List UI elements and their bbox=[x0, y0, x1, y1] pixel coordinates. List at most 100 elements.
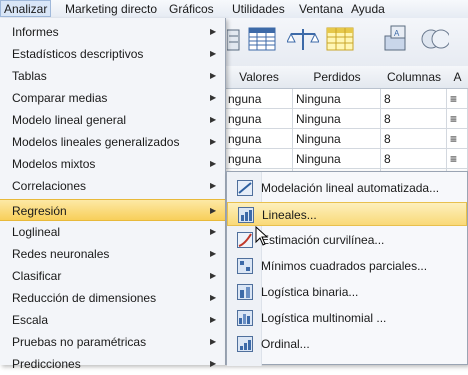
table-cell[interactable]: 8 bbox=[381, 129, 447, 149]
table-cell[interactable]: 8 bbox=[381, 109, 447, 129]
menubar-ventana[interactable]: Ventana bbox=[296, 1, 346, 17]
menubar-ayuda[interactable]: Ayuda bbox=[348, 1, 388, 17]
submenu-arrow-icon: ▶ bbox=[210, 293, 217, 302]
curve-estimation-icon bbox=[237, 232, 253, 248]
menu-item-tablas[interactable]: Tablas ▶ bbox=[0, 65, 225, 87]
submenu-item-label: Modelación lineal automatizada... bbox=[261, 181, 440, 195]
table-cell[interactable]: 8 bbox=[381, 149, 447, 169]
submenu-item-minimos-cuadrados-parciales[interactable]: Mínimos cuadrados parciales... bbox=[227, 254, 467, 278]
use-sets-icon[interactable] bbox=[417, 24, 451, 54]
menu-item-correlaciones[interactable]: Correlaciones ▶ bbox=[0, 175, 225, 197]
svg-text:A: A bbox=[394, 29, 400, 38]
menu-item-label: Clasificar bbox=[12, 269, 62, 283]
menu-item-label: Modelos mixtos bbox=[12, 157, 96, 171]
table-cell[interactable]: Ninguna bbox=[293, 109, 381, 129]
submenu-arrow-icon: ▶ bbox=[210, 49, 217, 58]
align-icon[interactable]: ≡ bbox=[447, 129, 468, 149]
menu-item-modelos-lineales-generalizados[interactable]: Modelos lineales generalizados ▶ bbox=[0, 131, 225, 153]
menu-bar: Analizar Marketing directo Gráficos Util… bbox=[0, 0, 468, 19]
mouse-cursor-icon bbox=[255, 225, 269, 246]
menu-item-modelo-lineal-general[interactable]: Modelo lineal general ▶ bbox=[0, 109, 225, 131]
menu-item-regresion[interactable]: Regresión ▶ bbox=[0, 199, 225, 221]
submenu-arrow-icon: ▶ bbox=[210, 337, 217, 346]
submenu-item-lineales[interactable]: Lineales... bbox=[227, 202, 467, 226]
menu-item-label: Regresión bbox=[12, 204, 67, 218]
table-cell[interactable]: Ninguna bbox=[293, 129, 381, 149]
menu-item-label: Tablas bbox=[12, 69, 47, 83]
column-header-valores[interactable]: Valores bbox=[225, 66, 294, 89]
column-header-columnas[interactable]: Columnas bbox=[381, 66, 448, 89]
align-icon[interactable]: ≡ bbox=[447, 149, 468, 169]
value-labels-icon[interactable]: A bbox=[383, 24, 415, 54]
menu-item-label: Modelo lineal general bbox=[12, 113, 127, 127]
variable-view-icon[interactable] bbox=[247, 24, 279, 54]
menu-item-predicciones[interactable]: Predicciones ▶ bbox=[0, 353, 225, 375]
menu-item-escala[interactable]: Escala ▶ bbox=[0, 309, 225, 331]
table-cell[interactable]: nguna bbox=[225, 109, 293, 129]
submenu-item-label: Estimación curvilínea... bbox=[261, 233, 385, 247]
menu-item-modelos-mixtos[interactable]: Modelos mixtos ▶ bbox=[0, 153, 225, 175]
submenu-arrow-icon: ▶ bbox=[210, 27, 217, 36]
submenu-item-modelacion-lineal-automatizada[interactable]: Modelación lineal automatizada... bbox=[227, 176, 467, 200]
menubar-graficos-label: Gráficos bbox=[169, 2, 214, 16]
split-file-icon[interactable] bbox=[325, 24, 357, 54]
submenu-item-label: Ordinal... bbox=[261, 337, 310, 351]
menu-item-reduccion-dimensiones[interactable]: Reducción de dimensiones ▶ bbox=[0, 287, 225, 309]
table-cell[interactable]: Ninguna bbox=[293, 149, 381, 169]
menu-item-redes-neuronales[interactable]: Redes neuronales ▶ bbox=[0, 243, 225, 265]
table-cell[interactable]: 8 bbox=[381, 89, 447, 109]
submenu-arrow-icon: ▶ bbox=[210, 271, 217, 280]
analizar-menu: Informes ▶ Estadísticos descriptivos ▶ T… bbox=[0, 18, 226, 371]
table-cell[interactable]: nguna bbox=[225, 149, 293, 169]
menubar-utilidades[interactable]: Utilidades bbox=[229, 1, 288, 17]
submenu-arrow-icon: ▶ bbox=[210, 315, 217, 324]
submenu-item-label: Mínimos cuadrados parciales... bbox=[261, 259, 428, 273]
menu-item-label: Modelos lineales generalizados bbox=[12, 135, 180, 149]
menubar-utilidades-label: Utilidades bbox=[232, 2, 285, 16]
column-header-alineacion[interactable]: A bbox=[447, 66, 468, 89]
menubar-ventana-label: Ventana bbox=[299, 2, 344, 16]
menu-item-pruebas-no-parametricas[interactable]: Pruebas no paramétricas ▶ bbox=[0, 331, 225, 353]
align-icon[interactable]: ≡ bbox=[447, 89, 468, 109]
table-cell[interactable]: Ninguna bbox=[293, 89, 381, 109]
submenu-item-label: Logística binaria... bbox=[261, 285, 359, 299]
submenu-item-ordinal[interactable]: Ordinal... bbox=[227, 332, 467, 356]
menu-item-label: Escala bbox=[12, 313, 49, 327]
submenu-arrow-icon: ▶ bbox=[210, 137, 217, 146]
submenu-arrow-icon: ▶ bbox=[210, 227, 217, 236]
table-cell[interactable]: nguna bbox=[225, 129, 293, 149]
menubar-marketing-directo[interactable]: Marketing directo bbox=[62, 1, 160, 17]
toolbar: A bbox=[225, 18, 468, 67]
header-label: A bbox=[453, 70, 462, 84]
menubar-graficos[interactable]: Gráficos bbox=[166, 1, 217, 17]
weight-cases-icon[interactable] bbox=[286, 24, 320, 54]
menu-item-label: Estadísticos descriptivos bbox=[12, 47, 144, 61]
menu-item-clasificar[interactable]: Clasificar ▶ bbox=[0, 265, 225, 287]
submenu-item-logistica-multinomial[interactable]: Logística multinomial ... bbox=[227, 306, 467, 330]
regresion-submenu: Modelación lineal automatizada... Lineal… bbox=[226, 171, 468, 366]
menu-item-label: Loglineal bbox=[12, 225, 61, 239]
menu-item-comparar-medias[interactable]: Comparar medias ▶ bbox=[0, 87, 225, 109]
column-header-perdidos[interactable]: Perdidos bbox=[293, 66, 382, 89]
binary-logistic-icon bbox=[237, 284, 253, 300]
linear-regression-icon bbox=[238, 207, 254, 223]
menu-item-label: Correlaciones bbox=[12, 179, 87, 193]
submenu-arrow-icon: ▶ bbox=[210, 206, 217, 215]
submenu-item-label: Logística multinomial ... bbox=[261, 311, 387, 325]
menu-item-label: Predicciones bbox=[12, 357, 81, 371]
menu-item-informes[interactable]: Informes ▶ bbox=[0, 21, 225, 43]
menu-item-label: Reducción de dimensiones bbox=[12, 291, 157, 305]
menu-item-label: Comparar medias bbox=[12, 91, 108, 105]
menu-item-loglineal[interactable]: Loglineal ▶ bbox=[0, 221, 225, 243]
menu-item-estadisticos-descriptivos[interactable]: Estadísticos descriptivos ▶ bbox=[0, 43, 225, 65]
menubar-analizar-label: Analizar bbox=[4, 2, 48, 16]
table-cell[interactable]: nguna bbox=[225, 89, 293, 109]
menu-item-label: Informes bbox=[12, 25, 59, 39]
align-icon[interactable]: ≡ bbox=[447, 109, 468, 129]
menu-item-label: Redes neuronales bbox=[12, 247, 110, 261]
submenu-item-label: Lineales... bbox=[262, 208, 317, 222]
submenu-arrow-icon: ▶ bbox=[210, 115, 217, 124]
submenu-arrow-icon: ▶ bbox=[210, 359, 217, 368]
submenu-item-logistica-binaria[interactable]: Logística binaria... bbox=[227, 280, 467, 304]
menubar-analizar[interactable]: Analizar bbox=[0, 0, 52, 17]
